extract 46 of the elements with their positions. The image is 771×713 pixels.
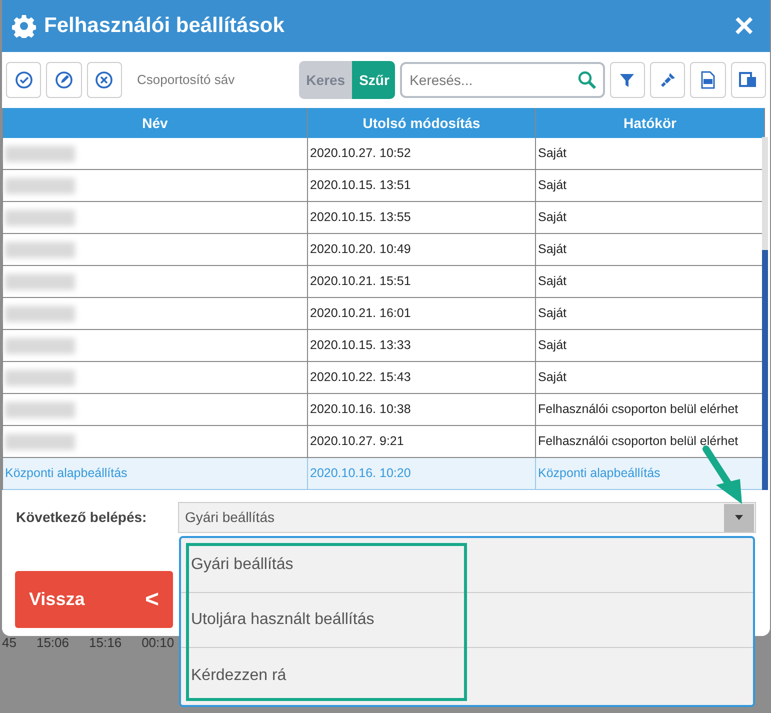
dropdown-item[interactable]: Utoljára használt beállítás (181, 593, 753, 648)
table-row[interactable]: 2020.10.22. 15:43 Saját (3, 362, 765, 394)
table-cell: 2020.10.16. 10:20 (308, 458, 536, 490)
cancel-button[interactable] (86, 62, 122, 98)
confirm-button[interactable] (6, 62, 42, 98)
table-row[interactable]: 2020.10.21. 15:51 Saját (3, 266, 765, 298)
next-login-label: Következő belépés: (16, 508, 148, 527)
edit-button[interactable] (46, 62, 82, 98)
chevron-left-icon: < (144, 582, 159, 618)
scrollbar-thumb[interactable] (762, 250, 768, 490)
dropdown-item[interactable]: Kérdezzen rá (181, 648, 753, 703)
window-title: Felhasználói beállítások (44, 13, 286, 40)
search-box[interactable]: Keresés... (400, 62, 605, 98)
table-row[interactable]: 2020.10.16. 10:38 Felhasználói csoporton belül elérhet (3, 394, 765, 426)
table-row[interactable]: 2020.10.27. 9:21 Felhasználói csoporton belül elérhet (3, 426, 765, 458)
grouping-label: Csoportosító sáv (137, 71, 236, 90)
filter-button[interactable] (610, 62, 645, 98)
gear-icon (12, 14, 36, 38)
table-row[interactable]: 2020.10.20. 10:49 Saját (3, 234, 765, 266)
close-button[interactable]: × (728, 9, 760, 43)
next-login-select[interactable]: Gyári beállítás (178, 502, 756, 533)
background-text: 15:16 (89, 636, 122, 650)
table-row[interactable]: 2020.10.15. 13:55 Saját (3, 202, 765, 234)
check-circle-icon (14, 71, 33, 89)
columns-button[interactable] (730, 62, 766, 98)
table-row[interactable]: 2020.10.15. 13:33 Saját (3, 330, 765, 362)
xls-file-icon (700, 71, 716, 89)
edit-icon (55, 71, 74, 89)
filter-icon (619, 72, 636, 88)
caret-icon (735, 515, 743, 520)
background-text: 00:10 (142, 636, 174, 650)
brush-icon (660, 72, 676, 88)
search-icon (576, 70, 597, 90)
back-button[interactable]: Vissza < (15, 571, 173, 628)
table-cell: Központi alapbeállítás (3, 458, 308, 490)
background-text: 15:06 (36, 636, 70, 650)
dropdown-item[interactable]: Gyári beállítás (181, 538, 753, 593)
clear-filter-button[interactable] (650, 62, 686, 98)
background-text: 45 (2, 636, 16, 650)
close-circle-icon (95, 71, 114, 89)
table-row[interactable]: 2020.10.27. 10:52 Saját (3, 138, 765, 170)
table-row[interactable]: 2020.10.15. 13:51 Saját (3, 170, 765, 202)
window-icon (739, 72, 758, 88)
table-row[interactable]: 2020.10.21. 16:01 Saját (3, 298, 765, 330)
pointer-arrow (700, 445, 745, 505)
excel-export-button[interactable] (690, 62, 726, 98)
